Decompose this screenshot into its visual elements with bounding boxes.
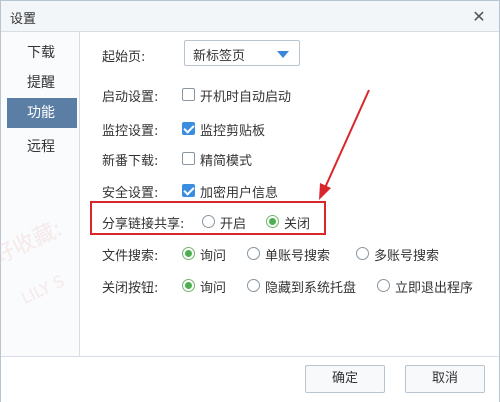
file-search-radio-single[interactable]	[247, 247, 260, 260]
sidebar-item-remote[interactable]: 远程	[7, 132, 77, 162]
file-search-radio-ask[interactable]	[182, 247, 195, 260]
file-search-option-multi[interactable]: 多账号搜索	[374, 245, 439, 264]
monitor-label: 监控设置:	[102, 124, 159, 139]
monitor-option[interactable]: 监控剪贴板	[200, 120, 265, 139]
chevron-down-icon	[277, 51, 289, 58]
file-search-radio-multi[interactable]	[356, 247, 369, 260]
start-page-label: 起始页:	[102, 50, 146, 65]
new-download-option[interactable]: 精简模式	[200, 150, 252, 169]
close-button-radio-tray[interactable]	[247, 279, 260, 292]
startup-option[interactable]: 开机时自动启动	[200, 86, 291, 105]
close-button-option-ask[interactable]: 询问	[200, 277, 226, 296]
close-button-option-tray[interactable]: 隐藏到系统托盘	[265, 277, 356, 296]
startup-label: 启动设置:	[102, 90, 159, 105]
close-button-radio-ask[interactable]	[182, 279, 195, 292]
close-button-radio-exit[interactable]	[377, 279, 390, 292]
dialog-footer: 确定 取消	[1, 356, 499, 402]
sidebar-item-reminder[interactable]: 提醒	[7, 68, 77, 98]
new-download-checkbox[interactable]	[182, 152, 195, 165]
file-search-option-ask[interactable]: 询问	[200, 245, 226, 264]
start-page-value: 新标签页	[193, 49, 246, 64]
annotation-highlight-box	[90, 201, 326, 235]
new-download-label: 新番下载:	[102, 154, 159, 169]
security-option[interactable]: 加密用户信息	[200, 182, 278, 201]
security-checkbox[interactable]	[182, 184, 195, 197]
close-icon[interactable]: ✕	[469, 6, 489, 26]
ok-button[interactable]: 确定	[305, 365, 385, 393]
title-bar: 设置 ✕	[1, 1, 499, 32]
window-title: 设置	[10, 12, 37, 27]
file-search-option-single[interactable]: 单账号搜索	[265, 245, 330, 264]
start-page-select[interactable]: 新标签页	[184, 40, 300, 66]
startup-checkbox[interactable]	[182, 88, 195, 101]
close-button-label: 关闭按钮:	[102, 281, 159, 296]
sidebar-item-download[interactable]: 下载	[7, 38, 77, 68]
file-search-label: 文件搜索:	[102, 249, 159, 264]
cancel-button[interactable]: 取消	[405, 365, 485, 393]
security-label: 安全设置:	[102, 186, 159, 201]
settings-panel: 起始页: 新标签页 启动设置: 开机时自动启动 监控设置: 监控剪贴板 新番下载…	[80, 32, 499, 355]
sidebar-item-features[interactable]: 功能	[7, 98, 77, 128]
sidebar: 下载 提醒 功能 远程	[1, 32, 80, 356]
close-button-option-exit[interactable]: 立即退出程序	[395, 277, 473, 296]
monitor-checkbox[interactable]	[182, 122, 195, 135]
